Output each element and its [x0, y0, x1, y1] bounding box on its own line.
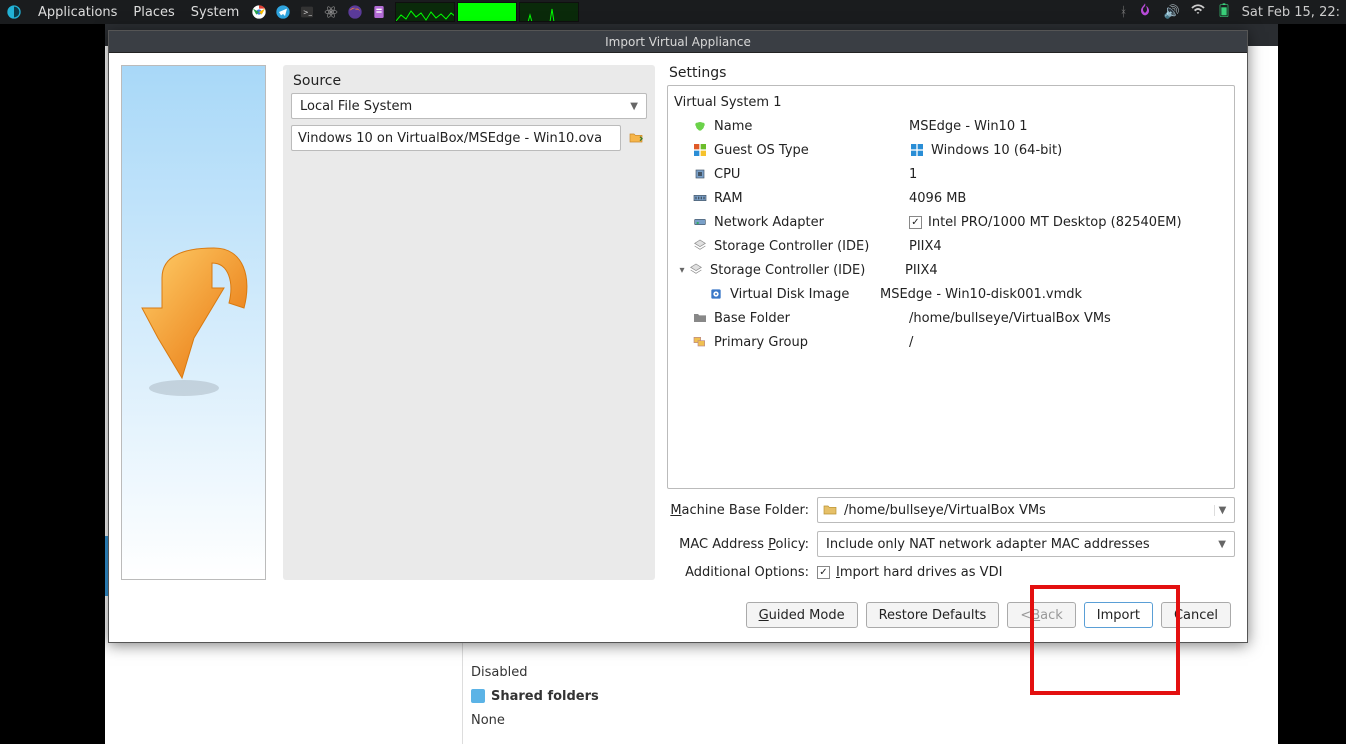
disk-icon [708, 286, 724, 302]
guided-mode-button[interactable]: Guided Mode [746, 602, 858, 628]
bg-disabled-label: Disabled [463, 660, 1278, 684]
tree-row-basefolder[interactable]: Base Folder /home/bullseye/VirtualBox VM… [668, 306, 1234, 330]
vm-icon [692, 118, 708, 134]
network-checkbox[interactable]: ✓ [909, 216, 922, 229]
menu-applications[interactable]: Applications [30, 5, 125, 20]
flame-icon[interactable] [1137, 2, 1153, 22]
tree-row-cpu[interactable]: CPU 1 [668, 162, 1234, 186]
source-header: Source [291, 73, 647, 89]
distro-logo-icon[interactable] [4, 2, 24, 22]
atom-icon[interactable] [323, 4, 339, 20]
menu-places[interactable]: Places [125, 5, 182, 20]
wizard-image [121, 65, 266, 580]
system-tray: ᚼ 🔊 Sat Feb 15, 22: [1120, 2, 1346, 22]
folder-icon [822, 502, 838, 518]
system-graphs [395, 2, 579, 22]
tree-row-name[interactable]: Name MSEdge - Win10 1 [668, 114, 1234, 138]
wifi-icon[interactable] [1190, 2, 1206, 22]
ram-icon [692, 190, 708, 206]
dialog-titlebar[interactable]: Import Virtual Appliance [109, 31, 1247, 53]
chrome-icon[interactable] [251, 4, 267, 20]
mac-policy-dropdown[interactable]: Include only NAT network adapter MAC add… [817, 531, 1235, 557]
back-button: < Back [1007, 602, 1075, 628]
machine-base-folder-picker[interactable]: /home/bullseye/VirtualBox VMs ▼ [817, 497, 1235, 523]
tree-row-storage1[interactable]: Storage Controller (IDE) PIIX4 [668, 234, 1234, 258]
menu-system[interactable]: System [183, 5, 247, 20]
import-vdi-checkbox[interactable]: ✓ [817, 566, 830, 579]
telegram-icon[interactable] [275, 4, 291, 20]
windows-icon [909, 142, 925, 158]
mem-graph[interactable] [457, 2, 517, 22]
tree-row-disk[interactable]: Virtual Disk Image MSEdge - Win10-disk00… [668, 282, 1234, 306]
chevron-down-icon[interactable]: ▼ [1214, 505, 1230, 516]
folder-icon [692, 310, 708, 326]
storage-icon [688, 262, 704, 278]
settings-panel: Settings Virtual System 1 Name MSEdge - … [667, 65, 1235, 580]
svg-text:>_: >_ [303, 9, 313, 17]
chevron-down-icon: ▼ [1218, 539, 1226, 550]
settings-header: Settings [667, 65, 1235, 81]
tree-row-group[interactable]: Primary Group / [668, 330, 1234, 354]
browse-file-button[interactable] [625, 127, 647, 149]
shared-folder-icon [471, 689, 485, 703]
tree-row-guestos[interactable]: Guest OS Type Windows 10 (64-bit) [668, 138, 1234, 162]
tree-root[interactable]: Virtual System 1 [668, 90, 1234, 114]
terminal-icon[interactable]: >_ [299, 4, 315, 20]
import-appliance-dialog: Import Virtual Appliance Source [108, 30, 1248, 643]
bluetooth-icon[interactable]: ᚼ [1120, 5, 1128, 20]
restore-defaults-button[interactable]: Restore Defaults [866, 602, 1000, 628]
group-icon [692, 334, 708, 350]
tree-row-storage2[interactable]: ▾ Storage Controller (IDE) PIIX4 [668, 258, 1234, 282]
source-panel: Source Local File System ▼ Vindows 10 on… [283, 65, 655, 580]
import-button[interactable]: Import [1084, 602, 1153, 628]
launcher-icons: >_ [247, 4, 391, 20]
dialog-button-bar: Guided Mode Restore Defaults < Back Impo… [109, 592, 1247, 642]
source-file-path-input[interactable]: Vindows 10 on VirtualBox/MSEdge - Win10.… [291, 125, 621, 151]
appliance-settings-tree[interactable]: Virtual System 1 Name MSEdge - Win10 1 G… [667, 85, 1235, 489]
battery-icon[interactable] [1216, 2, 1232, 22]
source-type-dropdown[interactable]: Local File System ▼ [291, 93, 647, 119]
desktop-top-panel: Applications Places System >_ ᚼ 🔊 Sat Fe… [0, 0, 1346, 24]
clock[interactable]: Sat Feb 15, 22: [1242, 5, 1340, 20]
net-graph[interactable] [519, 2, 579, 22]
cpu-icon [692, 166, 708, 182]
cancel-button[interactable]: Cancel [1161, 602, 1231, 628]
volume-icon[interactable]: 🔊 [1163, 5, 1179, 20]
notes-icon[interactable] [371, 4, 387, 20]
tree-row-network[interactable]: Network Adapter ✓Intel PRO/1000 MT Deskt… [668, 210, 1234, 234]
os-icon [692, 142, 708, 158]
mac-policy-row: MAC Address Policy: Include only NAT net… [667, 531, 1235, 557]
tree-row-ram[interactable]: RAM 4096 MB [668, 186, 1234, 210]
bg-shared-folders-header[interactable]: Shared folders [463, 684, 1278, 708]
storage-icon [692, 238, 708, 254]
expand-toggle[interactable]: ▾ [676, 265, 688, 276]
chevron-down-icon: ▼ [630, 101, 638, 112]
import-vdi-label: Import hard drives as VDI [836, 565, 1002, 580]
network-icon [692, 214, 708, 230]
additional-options-row: Additional Options: ✓ Import hard drives… [667, 565, 1235, 580]
bg-none-label: None [463, 708, 1278, 732]
machine-base-folder-row: Machine Base Folder: /home/bullseye/Virt… [667, 497, 1235, 523]
cpu-graph[interactable] [395, 2, 455, 22]
firefox-icon[interactable] [347, 4, 363, 20]
